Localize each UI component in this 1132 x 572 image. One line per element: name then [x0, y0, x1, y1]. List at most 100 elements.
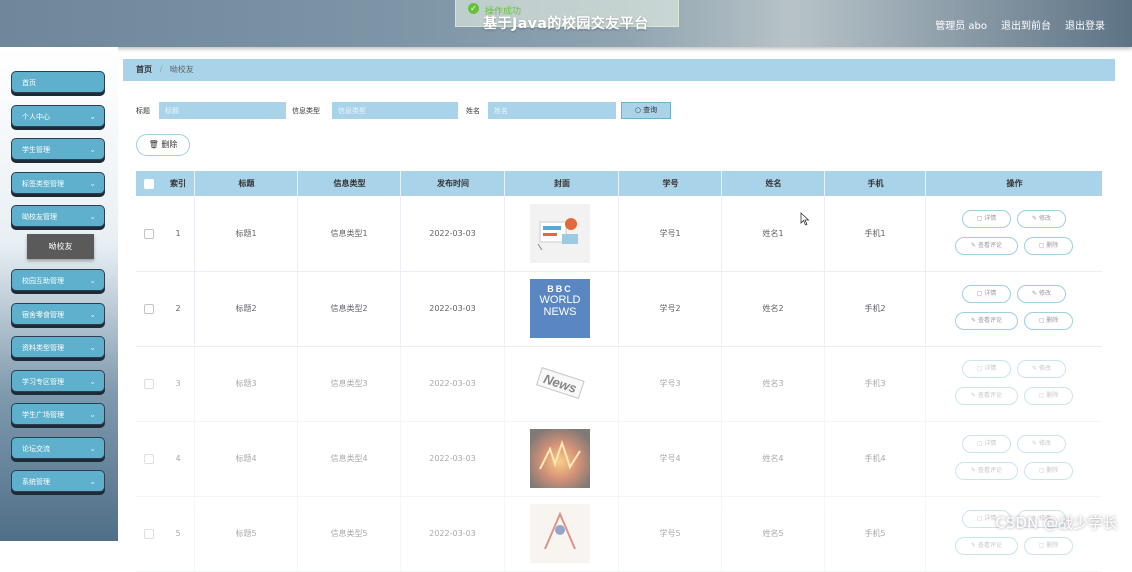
sidebar-item-schoolmates[interactable]: 呦校友管理 ⌄ [11, 205, 105, 227]
chevron-down-icon: ⌄ [89, 410, 96, 419]
edit-label: 修改 [1038, 290, 1051, 297]
cell-index: 4 [175, 454, 181, 463]
col-phone: 手机 [824, 171, 926, 196]
edit-button[interactable]: ✎ 修改 [1017, 360, 1066, 378]
view-comments-button[interactable]: ✎ 查看评论 [955, 312, 1018, 330]
row-checkbox[interactable] [136, 496, 162, 571]
sidebar-item-system[interactable]: 系统管理 ⌄ [11, 470, 105, 492]
sidebar-item-label: 系统管理 [22, 478, 50, 486]
row-checkbox[interactable] [136, 271, 162, 346]
cell-name: 姓名5 [721, 496, 824, 571]
sidebar-item-label: 标签类型管理 [22, 180, 64, 188]
sidebar-item-tag-types[interactable]: 标签类型管理 ⌄ [11, 172, 105, 194]
sidebar-item-label: 宿舍零食管理 [22, 311, 64, 319]
delete-row-button[interactable]: ▢ 删除 [1024, 312, 1073, 330]
batch-delete-button[interactable]: 🗑 删除 [136, 134, 190, 156]
chevron-down-icon: ⌄ [89, 179, 96, 188]
comment-icon: ✎ [971, 467, 978, 474]
view-comments-button[interactable]: ✎ 查看评论 [955, 462, 1018, 480]
col-cover: 封面 [504, 171, 619, 196]
breadcrumb: 首页 / 呦校友 [123, 59, 1115, 81]
row-checkbox[interactable] [136, 421, 162, 496]
cell-student-id: 学号3 [618, 346, 721, 421]
delete-row-button[interactable]: ▢ 删除 [1024, 387, 1073, 405]
sidebar-item-campus-help[interactable]: 校园互助管理 ⌄ [11, 269, 105, 291]
breadcrumb-separator: / [159, 65, 163, 74]
sidebar-subitem-schoolmate[interactable]: 呦校友 [27, 234, 94, 259]
comment-icon: ✎ [971, 242, 978, 249]
sidebar-item-home[interactable]: 首页 [11, 71, 105, 93]
cell-publish-time: 2022-03-03 [400, 346, 504, 421]
delete-row-button[interactable]: ▢ 删除 [1024, 237, 1073, 255]
chevron-down-icon: ⌄ [89, 145, 96, 154]
cover-bbc-world-news-image: BBC WORLD NEWS [530, 279, 590, 338]
cell-phone: 手机4 [824, 421, 925, 496]
watermark: CSDN @战少学长 [995, 514, 1118, 532]
select-all-checkbox[interactable] [136, 171, 162, 196]
delete-row-label: 删除 [1046, 542, 1059, 549]
cell-name: 姓名2 [721, 271, 824, 346]
chevron-down-icon: ⌄ [89, 276, 96, 285]
cell-info-type: 信息类型5 [297, 496, 400, 571]
sidebar-item-student-square[interactable]: 学生广场管理 ⌄ [11, 403, 105, 425]
cell-actions: ▢ 详情 ✎ 修改 ✎ 查看评论 ▢ 删除 [925, 271, 1102, 346]
sidebar-item-material-types[interactable]: 资料类型管理 ⌄ [11, 336, 105, 358]
cell-name: 姓名1 [721, 196, 824, 271]
delete-row-button[interactable]: ▢ 删除 [1024, 537, 1073, 555]
detail-button[interactable]: ▢ 详情 [962, 285, 1011, 303]
row-checkbox[interactable] [136, 196, 162, 271]
sidebar-item-dorm-snacks[interactable]: 宿舍零食管理 ⌄ [11, 303, 105, 325]
detail-button[interactable]: ▢ 详情 [962, 435, 1011, 453]
edit-button[interactable]: ✎ 修改 [1017, 435, 1066, 453]
edit-label: 修改 [1038, 440, 1051, 447]
chevron-down-icon: ⌄ [89, 343, 96, 352]
edit-icon: ✎ [1032, 440, 1039, 447]
view-comments-button[interactable]: ✎ 查看评论 [955, 237, 1018, 255]
chevron-down-icon: ⌄ [89, 112, 96, 121]
sidebar-item-label: 学习专区管理 [22, 378, 64, 386]
cell-publish-time: 2022-03-03 [400, 496, 504, 571]
cover-illustration-image [530, 204, 590, 263]
title-input[interactable] [159, 102, 286, 119]
cell-phone: 手机2 [824, 271, 925, 346]
breadcrumb-home[interactable]: 首页 [136, 65, 152, 74]
view-comments-button[interactable]: ✎ 查看评论 [955, 387, 1018, 405]
cell-title: 标题3 [194, 346, 297, 421]
cell-index: 5 [175, 529, 181, 538]
sidebar-item-label: 资料类型管理 [22, 344, 64, 352]
col-info-type: 信息类型 [297, 171, 401, 196]
delete-row-label: 删除 [1046, 242, 1059, 249]
edit-button[interactable]: ✎ 修改 [1017, 210, 1066, 228]
row-checkbox[interactable] [136, 346, 162, 421]
edit-button[interactable]: ✎ 修改 [1017, 285, 1066, 303]
comment-icon: ✎ [971, 392, 978, 399]
name-input[interactable] [488, 102, 616, 119]
name-label: 姓名 [466, 107, 480, 115]
cell-phone: 手机1 [824, 196, 925, 271]
mouse-cursor-icon [800, 212, 810, 226]
cover-image [530, 429, 590, 488]
detail-button[interactable]: ▢ 详情 [962, 210, 1011, 228]
delete-row-label: 删除 [1046, 392, 1059, 399]
search-button[interactable]: ○ 查询 [621, 102, 671, 119]
sidebar-item-study-zone[interactable]: 学习专区管理 ⌄ [11, 370, 105, 392]
logout-link[interactable]: 退出登录 [1065, 17, 1105, 32]
view-comments-button[interactable]: ✎ 查看评论 [955, 537, 1018, 555]
col-name: 姓名 [721, 171, 825, 196]
cover-image: BBC WORLD NEWS [530, 279, 590, 338]
cell-phone: 手机5 [824, 496, 925, 571]
chevron-down-icon: ⌄ [89, 477, 96, 486]
table-header: 索引 标题 信息类型 发布时间 封面 学号 姓名 手机 操作 [136, 171, 1102, 196]
cell-info-type: 信息类型3 [297, 346, 400, 421]
sidebar-item-personal-center[interactable]: 个人中心 ⌄ [11, 105, 105, 127]
info-type-input[interactable] [332, 102, 458, 119]
detail-button[interactable]: ▢ 详情 [962, 360, 1011, 378]
sidebar-item-forum[interactable]: 论坛交流 ⌄ [11, 437, 105, 459]
delete-row-button[interactable]: ▢ 删除 [1024, 462, 1073, 480]
view-comments-label: 查看评论 [977, 317, 1002, 324]
go-front-link[interactable]: 退出到前台 [1001, 17, 1051, 32]
cell-info-type: 信息类型4 [297, 421, 400, 496]
sidebar-item-students[interactable]: 学生管理 ⌄ [11, 138, 105, 160]
edit-icon: ✎ [1032, 365, 1039, 372]
edit-label: 修改 [1038, 365, 1051, 372]
